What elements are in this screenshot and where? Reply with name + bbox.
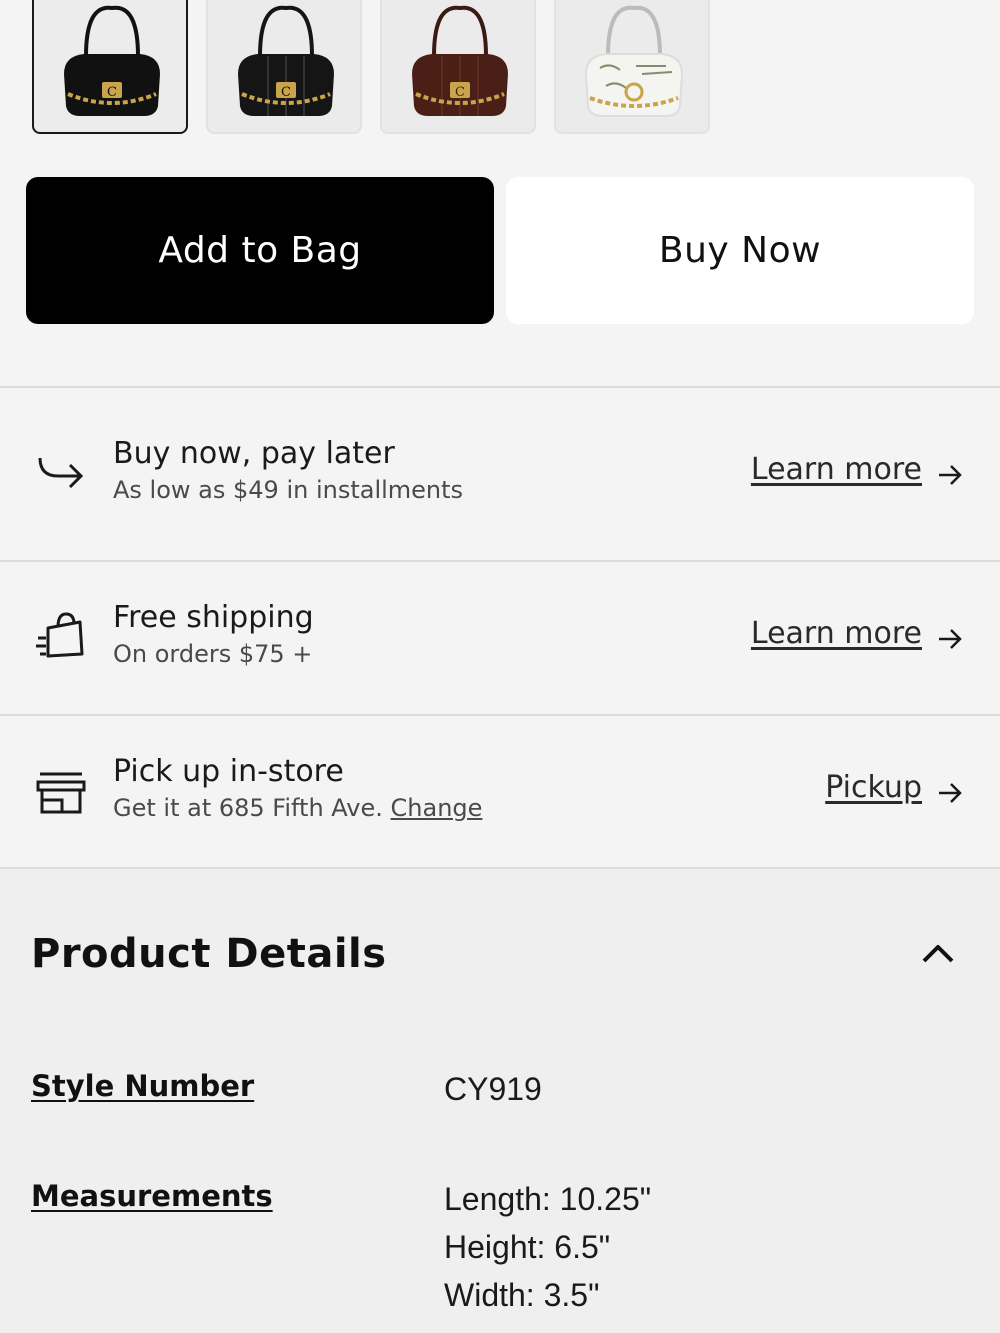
pickup-link[interactable]: Pickup xyxy=(825,770,922,805)
arrow-right-icon xyxy=(939,783,962,803)
svg-text:C: C xyxy=(281,85,291,100)
length-value: Length: 10.25" xyxy=(444,1181,652,1217)
pay-later-title: Buy now, pay later xyxy=(113,436,395,471)
swatch-white-graffiti[interactable] xyxy=(554,0,710,134)
swatch-black-selected[interactable]: C xyxy=(32,0,188,134)
pay-later-learn-more-link[interactable]: Learn more xyxy=(751,452,922,487)
measurements-label[interactable]: Measurements xyxy=(31,1179,273,1213)
shopping-bag-fast-icon xyxy=(36,612,84,658)
height-value: Height: 6.5" xyxy=(444,1229,611,1265)
shipping-subtitle: On orders $75 + xyxy=(113,640,313,668)
pay-later-subtitle: As low as $49 in installments xyxy=(113,476,464,504)
svg-text:C: C xyxy=(107,85,117,100)
handbag-brown-image: C xyxy=(412,5,508,116)
pickup-title: Pick up in-store xyxy=(113,754,344,789)
change-store-link[interactable]: Change xyxy=(391,794,483,822)
shipping-title: Free shipping xyxy=(113,600,314,635)
measurements-value: Length: 10.25" Height: 6.5" Width: 3.5" xyxy=(444,1175,651,1319)
width-value: Width: 3.5" xyxy=(444,1277,600,1313)
shipping-row: Free shipping On orders $75 + Learn more xyxy=(0,562,1000,714)
pickup-store-address: Get it at 685 Fifth Ave. xyxy=(113,794,383,822)
arrow-right-icon xyxy=(939,465,962,485)
style-number-label[interactable]: Style Number xyxy=(31,1069,254,1103)
handbag-white-graffiti-image xyxy=(584,5,684,117)
chevron-up-icon[interactable] xyxy=(920,939,956,967)
svg-text:C: C xyxy=(455,85,465,100)
pickup-row: Pick up in-store Get it at 685 Fifth Ave… xyxy=(0,716,1000,868)
buy-now-button[interactable]: Buy Now xyxy=(506,177,974,324)
shipping-learn-more-link[interactable]: Learn more xyxy=(751,616,922,651)
swatch-brown[interactable]: C xyxy=(380,0,536,134)
product-details-section: Product Details Style Number CY919 Measu… xyxy=(0,869,1000,1333)
arrow-right-icon xyxy=(939,629,962,649)
handbag-black-quilted-image: C xyxy=(238,5,334,116)
pay-later-row: Buy now, pay later As low as $49 in inst… xyxy=(0,388,1000,560)
color-swatch-list: C C C xyxy=(0,0,1000,140)
swatch-black-quilted[interactable]: C xyxy=(206,0,362,134)
add-to-bag-button[interactable]: Add to Bag xyxy=(26,177,494,324)
handbag-black-image: C xyxy=(64,5,160,116)
store-icon xyxy=(36,772,86,814)
style-number-value: CY919 xyxy=(444,1071,542,1107)
arrow-turn-right-icon xyxy=(38,457,84,489)
product-details-title: Product Details xyxy=(31,931,387,977)
pickup-subtitle: Get it at 685 Fifth Ave. Change xyxy=(113,794,482,822)
